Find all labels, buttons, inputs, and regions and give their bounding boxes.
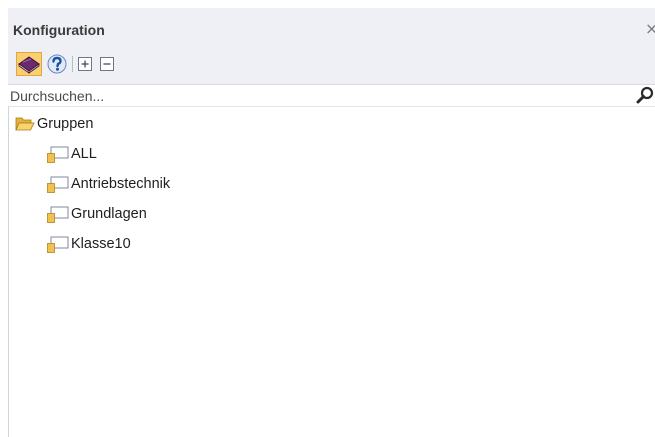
tree-node-label: Klasse10 bbox=[71, 236, 131, 252]
tree-node-grundlagen[interactable]: Grundlagen bbox=[47, 203, 307, 225]
search-bar bbox=[8, 84, 655, 106]
help-icon bbox=[47, 54, 67, 74]
collapse-all-button[interactable] bbox=[100, 57, 114, 71]
group-node-icon bbox=[47, 146, 69, 163]
tree-node-gruppen[interactable]: Gruppen bbox=[15, 113, 215, 135]
toolbar-separator bbox=[72, 56, 73, 72]
tree-node-antriebstechnik[interactable]: Antriebstechnik bbox=[47, 173, 307, 195]
configuration-panel: Konfiguration × Durchsuchen... Gruppen A… bbox=[8, 8, 655, 437]
panel-title: Konfiguration bbox=[13, 22, 105, 38]
tree-node-label: Antriebstechnik bbox=[71, 176, 171, 192]
plus-box-icon bbox=[78, 57, 92, 71]
group-node-icon bbox=[47, 206, 69, 223]
minus-box-icon bbox=[100, 57, 114, 71]
search-input[interactable] bbox=[8, 86, 610, 106]
folder-open-icon bbox=[15, 117, 35, 131]
book-icon bbox=[18, 56, 40, 74]
close-button[interactable]: × bbox=[645, 21, 655, 37]
book-button[interactable] bbox=[16, 52, 42, 76]
tree-node-klasse10[interactable]: Klasse10 bbox=[47, 233, 307, 255]
help-button[interactable] bbox=[46, 53, 68, 75]
tree-node-label: Grundlagen bbox=[71, 206, 147, 222]
group-node-icon bbox=[47, 176, 69, 193]
expand-all-button[interactable] bbox=[78, 57, 92, 71]
toolbar bbox=[8, 50, 655, 80]
group-node-icon bbox=[47, 236, 69, 253]
group-tree: Gruppen ALL Antriebstechnik Grundlagen K… bbox=[8, 106, 655, 437]
panel-title-bar: Konfiguration × bbox=[8, 8, 655, 50]
tree-node-label: Gruppen bbox=[37, 116, 94, 132]
tree-node-label: ALL bbox=[71, 146, 97, 162]
magnifier-icon bbox=[636, 86, 654, 104]
search-button[interactable] bbox=[635, 85, 655, 105]
tree-node-all[interactable]: ALL bbox=[47, 143, 247, 165]
